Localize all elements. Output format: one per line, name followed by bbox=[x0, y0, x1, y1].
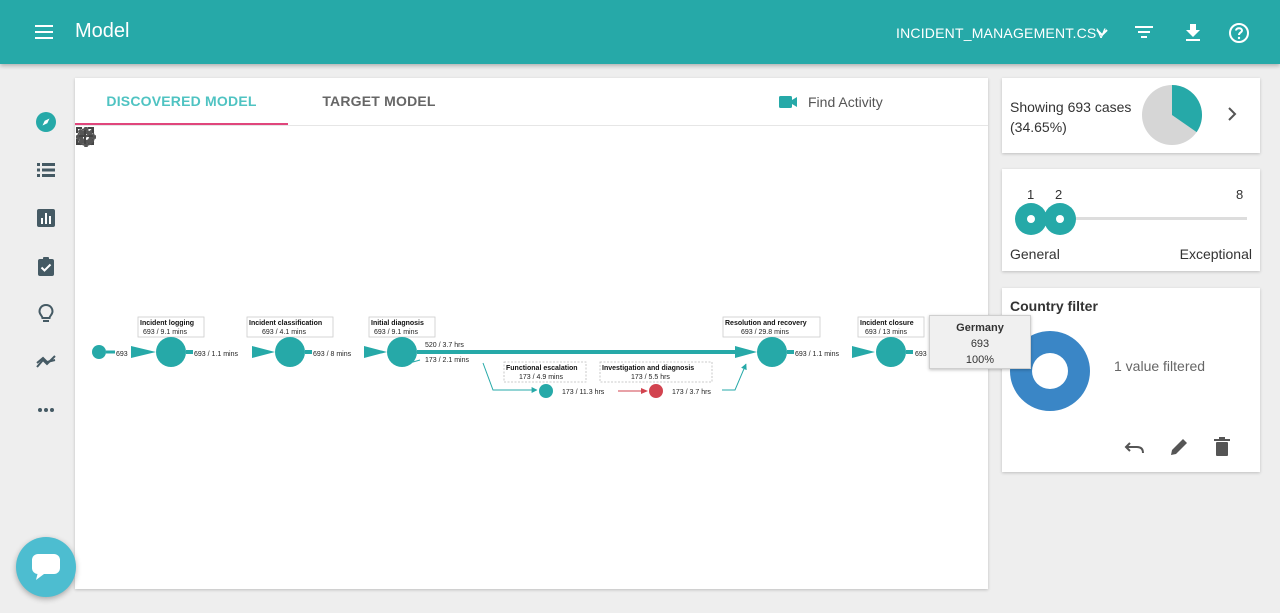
filter-status: 1 value filtered bbox=[1114, 358, 1206, 374]
list-icon[interactable] bbox=[35, 159, 57, 181]
process-map[interactable]: 693 Incident logging 693 / 9.1 mins 693 … bbox=[75, 126, 988, 589]
page-title: Model bbox=[75, 20, 130, 42]
node-name: Incident closure bbox=[860, 320, 914, 327]
edit-pencil-icon[interactable] bbox=[1168, 436, 1190, 458]
node-name: Resolution and recovery bbox=[725, 320, 807, 327]
edge-label: 173 / 2.1 mins bbox=[425, 357, 469, 364]
edge-label: 693 bbox=[116, 351, 128, 358]
find-activity-button[interactable]: Find Activity bbox=[778, 92, 883, 112]
node-stats: 173 / 5.5 hrs bbox=[631, 374, 670, 381]
chat-support-button[interactable] bbox=[16, 537, 76, 597]
chat-bubble-icon bbox=[32, 554, 60, 580]
cases-card: Showing 693 cases (34.65%) bbox=[1002, 78, 1260, 153]
slider-tick: 8 bbox=[1236, 187, 1244, 202]
country-filter-title: Country filter bbox=[1010, 298, 1098, 314]
trend-icon[interactable] bbox=[35, 351, 57, 373]
edge-label: 520 / 3.7 hrs bbox=[425, 342, 464, 349]
variant-slider-card: 1 2 8 General Exceptional bbox=[1002, 169, 1260, 271]
node-stats: 693 / 29.8 mins bbox=[741, 329, 789, 336]
more-icon[interactable] bbox=[35, 399, 57, 421]
country-tooltip: Germany 693 100% bbox=[929, 315, 1031, 369]
app-bar: Model INCIDENT_MANAGEMENT.CSV bbox=[0, 0, 1280, 64]
tooltip-percent: 100% bbox=[965, 354, 995, 366]
chevron-down-icon[interactable] bbox=[1094, 24, 1110, 40]
node-name: Initial diagnosis bbox=[371, 320, 424, 327]
slider-tick: 1 bbox=[1027, 187, 1035, 202]
country-filter-card: Country filter 1 value filtered bbox=[1002, 288, 1260, 472]
cases-pie-chart bbox=[1142, 85, 1202, 145]
node-name: Incident classification bbox=[249, 320, 322, 327]
edge-label: 693 / 1.1 mins bbox=[795, 351, 839, 358]
activity-node-functional-escalation[interactable] bbox=[539, 384, 553, 398]
compass-icon[interactable] bbox=[35, 111, 57, 133]
speedometer-icon[interactable] bbox=[75, 126, 97, 148]
video-camera-icon bbox=[779, 96, 797, 108]
slider-low-label: General bbox=[1010, 246, 1060, 262]
edge-label: 173 / 3.7 hrs bbox=[672, 389, 711, 396]
activity-node-incident-closure[interactable] bbox=[876, 337, 906, 367]
tooltip-count: 693 bbox=[970, 338, 990, 350]
activity-node-incident-classification[interactable] bbox=[275, 337, 305, 367]
clipboard-check-icon[interactable] bbox=[35, 255, 57, 277]
node-name: Functional escalation bbox=[506, 365, 578, 372]
menu-icon[interactable] bbox=[34, 22, 54, 42]
node-stats: 693 / 9.1 mins bbox=[143, 329, 187, 336]
tab-discovered-model[interactable]: DISCOVERED MODEL bbox=[75, 78, 288, 125]
edge-label: 173 / 11.3 hrs bbox=[562, 389, 605, 396]
tooltip-name: Germany bbox=[956, 322, 1004, 334]
activity-node-incident-logging[interactable] bbox=[156, 337, 186, 367]
activity-node-initial-diagnosis[interactable] bbox=[387, 337, 417, 367]
activity-node-investigation-and-diagnosis[interactable] bbox=[649, 384, 663, 398]
chevron-right-icon[interactable] bbox=[1224, 106, 1240, 122]
filter-icon[interactable] bbox=[1134, 22, 1154, 42]
start-node[interactable] bbox=[92, 345, 106, 359]
slider-high-label: Exceptional bbox=[1179, 246, 1252, 262]
undo-icon[interactable] bbox=[1124, 436, 1146, 458]
slider-tick: 2 bbox=[1055, 187, 1063, 202]
node-name: Incident logging bbox=[140, 320, 194, 327]
file-selector[interactable]: INCIDENT_MANAGEMENT.CSV bbox=[896, 25, 1106, 41]
node-stats: 693 / 13 mins bbox=[865, 329, 908, 336]
slider-handle-low[interactable] bbox=[1015, 203, 1047, 235]
find-activity-label: Find Activity bbox=[808, 94, 883, 110]
lightbulb-icon[interactable] bbox=[35, 303, 57, 325]
delete-icon[interactable] bbox=[1211, 436, 1233, 458]
tab-target-model[interactable]: TARGET MODEL bbox=[288, 78, 470, 125]
help-icon[interactable] bbox=[1228, 22, 1250, 44]
model-panel: DISCOVERED MODEL TARGET MODEL Find Activ… bbox=[75, 78, 988, 589]
cases-text: Showing 693 cases (34.65%) bbox=[1010, 99, 1132, 135]
edge-label: 693 / 1.1 mins bbox=[194, 351, 238, 358]
download-icon[interactable] bbox=[1183, 22, 1203, 42]
edge-label: 693 bbox=[915, 351, 927, 358]
node-stats: 693 / 4.1 mins bbox=[262, 329, 306, 336]
edge-label: 693 / 8 mins bbox=[313, 351, 352, 358]
activity-node-resolution-and-recovery[interactable] bbox=[757, 337, 787, 367]
node-stats: 173 / 4.9 mins bbox=[519, 374, 563, 381]
node-name: Investigation and diagnosis bbox=[602, 365, 694, 372]
node-stats: 693 / 9.1 mins bbox=[374, 329, 418, 336]
bar-chart-icon[interactable] bbox=[35, 207, 57, 229]
slider-handle-high[interactable] bbox=[1044, 203, 1076, 235]
